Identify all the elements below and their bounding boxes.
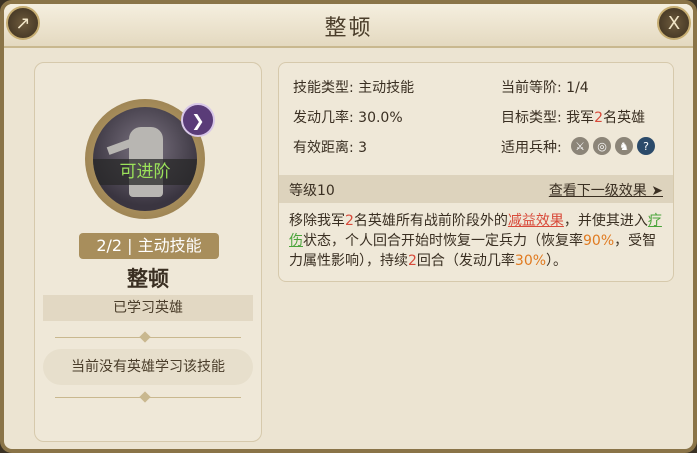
skill-name: 整顿 (127, 267, 169, 291)
troop-type-label: 适用兵种: (501, 140, 562, 156)
skill-level: 2/2 (96, 236, 123, 255)
chevron-down-icon[interactable]: ❯ (181, 103, 215, 137)
horse-icon[interactable]: ♞ (615, 137, 633, 155)
range-value: 3 (358, 140, 368, 156)
dialog-title: 整顿 (324, 16, 373, 41)
skill-type-label: 技能类型: (293, 80, 354, 96)
share-button[interactable]: ↗ (6, 6, 40, 40)
range-stat: 有效距离: 3 (293, 137, 367, 157)
view-next-level-link[interactable]: 查看下一级效果 ➤ (549, 180, 663, 200)
current-rank-label: 当前等阶: (501, 80, 562, 96)
skill-type: 主动技能 (137, 236, 202, 255)
debuff-keyword[interactable]: 减益效果 (508, 213, 564, 229)
ornament-diamond (139, 331, 151, 343)
target-type-label: 目标类型: (501, 110, 562, 126)
current-rank-stat: 当前等阶: 1/4 (501, 77, 589, 97)
no-hero-message: 当前没有英雄学习该技能 (43, 349, 253, 385)
skill-level-pill: 2/2 | 主动技能 (79, 233, 219, 259)
skill-type-value: 主动技能 (358, 80, 415, 96)
close-button[interactable]: X (657, 6, 691, 40)
target-icon[interactable]: ◎ (593, 137, 611, 155)
question-icon[interactable]: ? (637, 137, 655, 155)
separator: | (127, 236, 133, 255)
trigger-rate-value: 30.0% (358, 110, 403, 126)
trigger-rate-label: 发动几率: (293, 110, 354, 126)
target-suffix: 名英雄 (603, 110, 646, 126)
title-bar: 整顿 (4, 4, 693, 48)
learned-heroes-header: 已学习英雄 (43, 295, 253, 321)
current-rank-value: 1/4 (566, 80, 589, 96)
skill-type-stat: 技能类型: 主动技能 (293, 77, 414, 97)
close-icon: X (667, 12, 681, 34)
target-type-stat: 目标类型: 我军2名英雄 (501, 107, 645, 127)
troop-icons: ⚔ ◎ ♞ ? (571, 137, 655, 155)
skill-description: 移除我军2名英雄所有战前阶段外的减益效果，并使其进入疗伤状态，个人回合开始时恢复… (289, 213, 662, 269)
target-prefix: 我军 (566, 110, 595, 126)
advance-label: 可进阶 (93, 159, 197, 185)
sword-icon[interactable]: ⚔ (571, 137, 589, 155)
range-label: 有效距离: (293, 140, 354, 156)
share-icon: ↗ (15, 12, 31, 34)
trigger-rate-stat: 发动几率: 30.0% (293, 107, 403, 127)
level-bar: 等级10 查看下一级效果 ➤ (279, 175, 673, 203)
skill-dialog: 整顿 ↗ X 可进阶 ❯ 2/2 | 主动技能 整顿 已学习英雄 当前没有英雄学… (0, 0, 697, 453)
ornament-diamond (139, 391, 151, 403)
skill-card: 可进阶 ❯ 2/2 | 主动技能 整顿 已学习英雄 当前没有英雄学习该技能 (34, 62, 262, 442)
skill-details: 技能类型: 主动技能 发动几率: 30.0% 有效距离: 3 当前等阶: 1/4… (278, 62, 674, 282)
target-number: 2 (594, 110, 604, 126)
level-label: 等级10 (289, 183, 335, 199)
